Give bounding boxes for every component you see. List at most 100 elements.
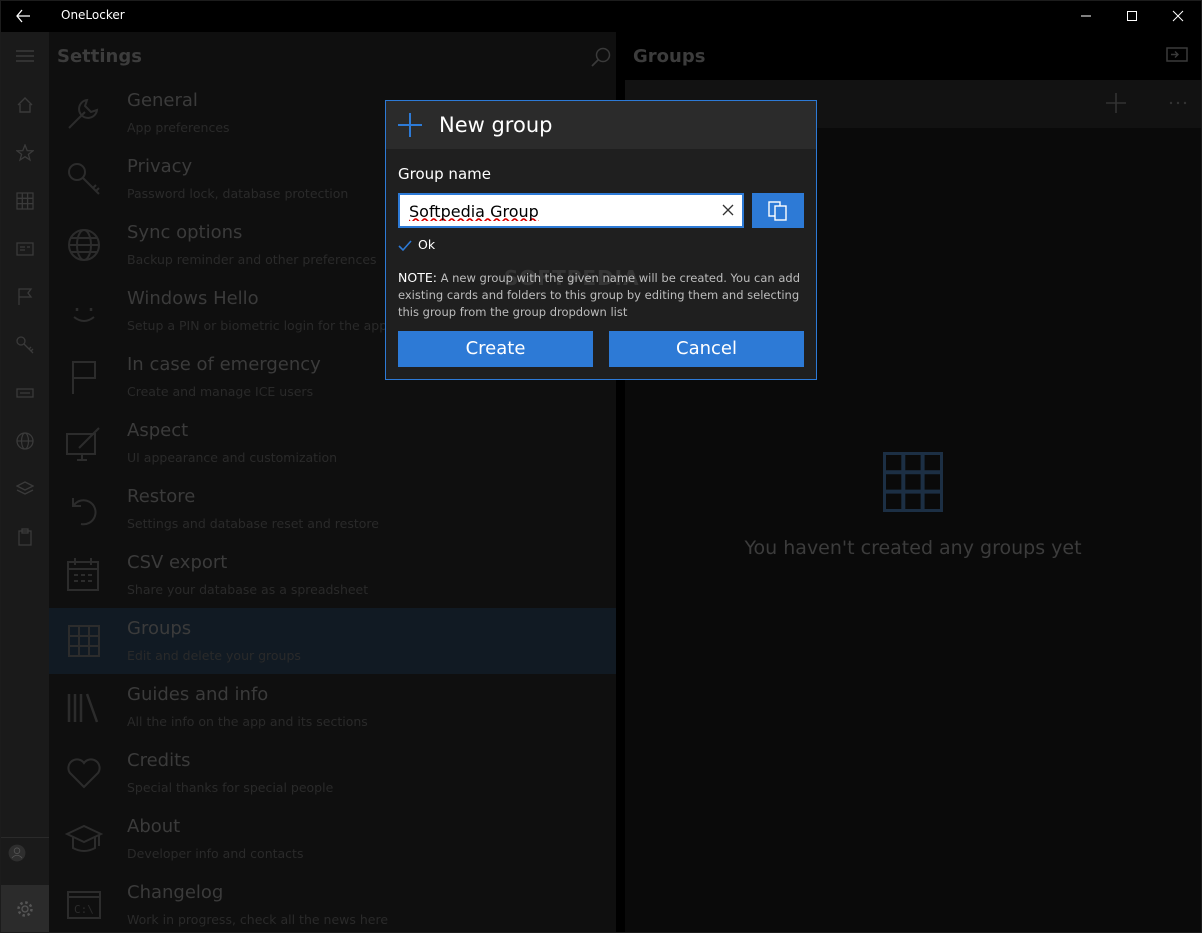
- settings-item-about[interactable]: About Developer info and contacts: [49, 806, 616, 872]
- key-icon: [16, 336, 34, 354]
- maximize-icon: [1127, 11, 1137, 21]
- settings-item-groups[interactable]: Groups Edit and delete your groups: [49, 608, 616, 674]
- smile-icon: [73, 308, 95, 322]
- key-icon: [68, 163, 100, 195]
- settings-item-subtitle: Settings and database reset and restore: [127, 516, 379, 531]
- settings-item-title: Aspect: [127, 420, 189, 441]
- avatar-icon: [8, 844, 26, 862]
- empty-state-message: You haven't created any groups yet: [744, 537, 1082, 559]
- account-button[interactable]: [0, 840, 49, 880]
- layers-icon: [16, 481, 34, 495]
- settings-item-subtitle: Work in progress, check all the news her…: [127, 912, 389, 927]
- create-button[interactable]: Create: [398, 331, 593, 367]
- settings-item-subtitle: Setup a PIN or biometric login for the a…: [127, 318, 388, 333]
- dialog-header: New group: [386, 101, 816, 149]
- back-button[interactable]: [10, 4, 38, 28]
- settings-item-title: About: [127, 816, 181, 837]
- nav-clipboard[interactable]: [0, 516, 49, 556]
- globe-icon: [16, 432, 34, 450]
- settings-item-aspect[interactable]: Aspect UI appearance and customization: [49, 410, 616, 476]
- pane-toggle-icon[interactable]: [1166, 46, 1188, 64]
- rail-separator: [0, 837, 49, 838]
- dialog-title: New group: [439, 113, 553, 137]
- heart-icon: [67, 758, 101, 789]
- settings-item-title: CSV export: [127, 552, 228, 573]
- search-icon[interactable]: [590, 46, 612, 68]
- settings-item-title: Groups: [127, 618, 192, 639]
- watermark: SOFTPEDIA: [504, 266, 640, 290]
- group-name-label: Group name: [398, 165, 491, 183]
- settings-item-title: Credits: [127, 750, 191, 771]
- back-arrow-icon: [16, 9, 30, 23]
- settings-item-credits[interactable]: Credits Special thanks for special peopl…: [49, 740, 616, 806]
- settings-item-title: Privacy: [127, 156, 193, 177]
- grid-icon: [883, 452, 943, 512]
- hamburger-icon: [16, 50, 34, 62]
- settings-item-subtitle: Backup reminder and other preferences: [127, 252, 377, 267]
- settings-item-subtitle: All the info on the app and its sections: [127, 714, 368, 729]
- groups-heading: Groups: [633, 46, 706, 67]
- calendar-icon: [67, 558, 99, 591]
- nav-flag[interactable]: [0, 276, 49, 316]
- settings-item-guides[interactable]: Guides and info All the info on the app …: [49, 674, 616, 740]
- keyboard-icon: [16, 388, 34, 398]
- books-icon: [67, 693, 99, 723]
- cancel-button[interactable]: Cancel: [609, 331, 804, 367]
- settings-item-restore[interactable]: Restore Settings and database reset and …: [49, 476, 616, 542]
- flag-icon: [72, 361, 96, 394]
- nav-passwords[interactable]: [0, 324, 49, 364]
- settings-item-subtitle: Developer info and contacts: [127, 846, 304, 861]
- close-button[interactable]: [1155, 0, 1201, 32]
- svg-text:C:\: C:\: [74, 903, 94, 916]
- title-bar: OneLocker: [0, 0, 1202, 32]
- group-name-field[interactable]: [398, 193, 744, 228]
- settings-item-subtitle: Create and manage ICE users: [127, 384, 314, 399]
- group-name-input[interactable]: [409, 200, 709, 222]
- note-label: NOTE:: [398, 270, 437, 285]
- gear-icon: [17, 901, 33, 917]
- settings-item-title: In case of emergency: [127, 354, 321, 375]
- settings-item-subtitle: Special thanks for special people: [127, 780, 334, 795]
- id-card-icon: [16, 242, 34, 256]
- settings-item-title: General: [127, 90, 198, 111]
- new-group-dialog: New group Group name Ok NOTE: A new grou…: [385, 100, 817, 380]
- settings-item-title: Guides and info: [127, 684, 269, 705]
- grid-icon: [68, 625, 100, 657]
- settings-item-subtitle: UI appearance and customization: [127, 450, 338, 465]
- settings-item-subtitle: Share your database as a spreadsheet: [127, 582, 369, 597]
- flag-icon: [18, 288, 33, 305]
- clipboard-icon: [18, 528, 32, 546]
- grid-icon: [16, 192, 34, 210]
- paste-icon: [768, 201, 787, 221]
- settings-item-changelog[interactable]: C:\ Changelog Work in progress, check al…: [49, 872, 616, 933]
- nav-layers[interactable]: [0, 468, 49, 508]
- wrench-icon: [68, 98, 99, 129]
- nav-cards[interactable]: [0, 228, 49, 268]
- undo-icon: [72, 498, 97, 526]
- paint-icon: [66, 427, 100, 461]
- paste-button[interactable]: [752, 193, 804, 228]
- nav-keyboard[interactable]: [0, 372, 49, 412]
- nav-favorites[interactable]: [0, 132, 49, 172]
- settings-item-subtitle: Edit and delete your groups: [127, 648, 301, 663]
- add-group-icon[interactable]: [1105, 92, 1127, 114]
- settings-item-title: Windows Hello: [127, 288, 259, 309]
- nav-home[interactable]: [0, 84, 49, 124]
- hamburger-menu-button[interactable]: [0, 36, 49, 76]
- minimize-icon: [1081, 15, 1091, 17]
- terminal-icon: C:\: [67, 891, 101, 919]
- more-icon[interactable]: [1168, 92, 1188, 114]
- star-icon: [16, 144, 34, 162]
- minimize-button[interactable]: [1063, 0, 1109, 32]
- settings-item-title: Changelog: [127, 882, 224, 903]
- groups-header: Groups: [625, 32, 1201, 80]
- nav-groups[interactable]: [0, 180, 49, 220]
- graduation-cap-icon: [65, 824, 103, 852]
- maximize-button[interactable]: [1109, 0, 1155, 32]
- settings-item-csv-export[interactable]: CSV export Share your database as a spre…: [49, 542, 616, 608]
- nav-settings[interactable]: [0, 885, 49, 933]
- clear-icon[interactable]: [722, 204, 734, 216]
- settings-item-title: Restore: [127, 486, 196, 507]
- nav-web[interactable]: [0, 420, 49, 460]
- app-title: OneLocker: [61, 8, 125, 22]
